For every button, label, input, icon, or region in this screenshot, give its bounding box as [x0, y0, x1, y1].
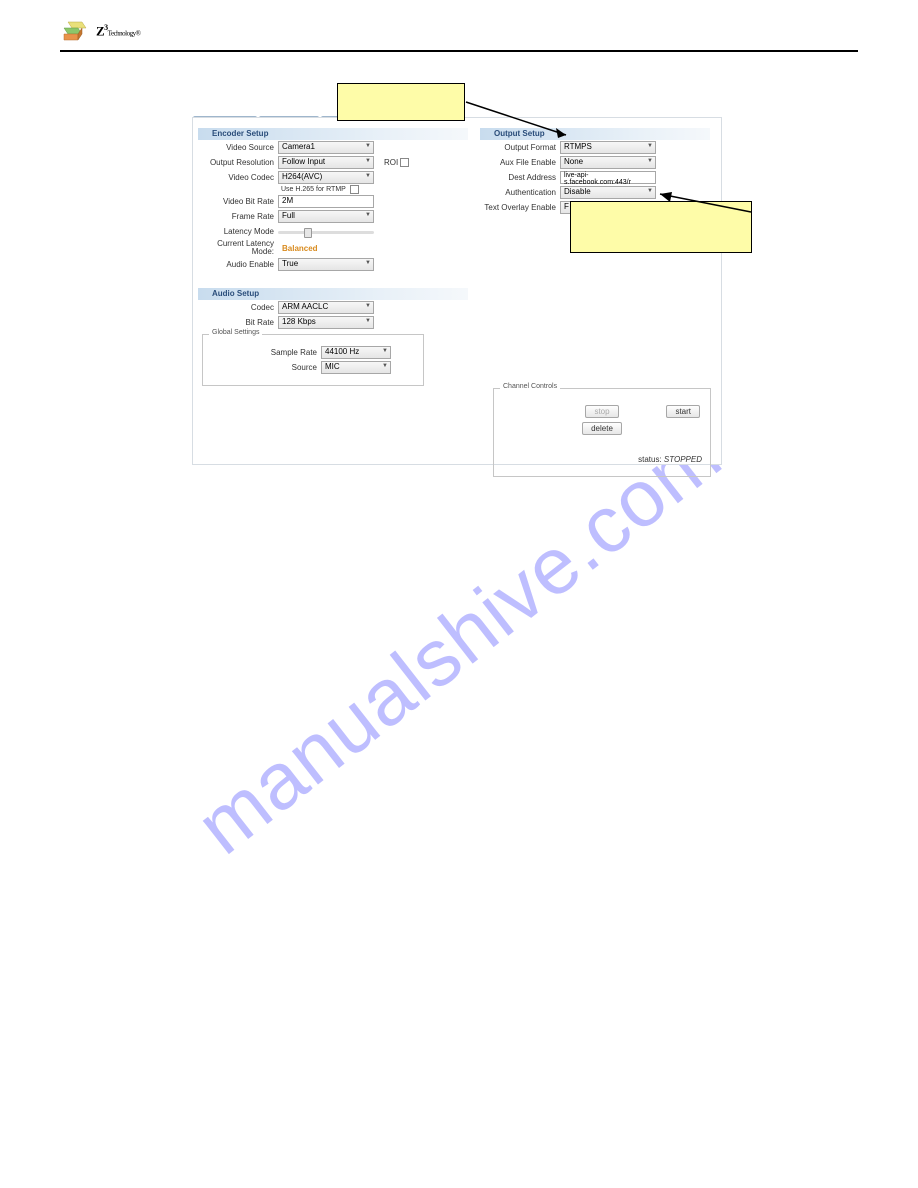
video-codec-label: Video Codec: [198, 173, 278, 182]
output-format-label: Output Format: [480, 143, 560, 152]
sample-rate-label: Sample Rate: [211, 348, 321, 357]
audio-enable-label: Audio Enable: [198, 260, 278, 269]
audio-source-select[interactable]: MIC: [321, 361, 391, 374]
roi-label: ROI: [384, 158, 398, 167]
audio-bitrate-select[interactable]: 128 Kbps: [278, 316, 374, 329]
output-format-select[interactable]: RTMPS: [560, 141, 656, 154]
encoder-section-head: Encoder Setup: [198, 128, 468, 140]
logo-cube-icon: [60, 18, 90, 44]
h265-checkbox[interactable]: [350, 185, 359, 194]
video-bitrate-label: Video Bit Rate: [198, 197, 278, 206]
header-divider: [60, 50, 858, 52]
h265-note: Use H.265 for RTMP: [281, 186, 346, 193]
brand-name: Z3Technology®: [96, 23, 140, 39]
aux-file-select[interactable]: None: [560, 156, 656, 169]
output-res-label: Output Resolution: [198, 158, 278, 167]
stop-button[interactable]: stop: [585, 405, 618, 418]
channel-legend: Channel Controls: [500, 383, 560, 390]
start-button[interactable]: start: [666, 405, 700, 418]
global-settings-legend: Global Settings: [209, 329, 262, 336]
video-source-label: Video Source: [198, 143, 278, 152]
auth-select[interactable]: Disable: [560, 186, 656, 199]
audio-section-head: Audio Setup: [198, 288, 468, 300]
output-section-head: Output Setup: [480, 128, 710, 140]
callout-top: [337, 83, 465, 121]
header-logo: Z3Technology®: [0, 0, 918, 48]
current-latency-label: Current LatencyMode:: [198, 240, 278, 256]
video-source-select[interactable]: Camera1: [278, 141, 374, 154]
audio-source-label: Source: [211, 363, 321, 372]
aux-file-label: Aux File Enable: [480, 158, 560, 167]
callout-right: [570, 201, 752, 253]
audio-codec-label: Codec: [198, 303, 278, 312]
output-res-select[interactable]: Follow Input: [278, 156, 374, 169]
channel-controls: Channel Controls stop delete start statu…: [493, 388, 711, 477]
status-label: status:: [638, 455, 662, 464]
latency-slider[interactable]: [278, 228, 374, 236]
latency-label: Latency Mode: [198, 227, 278, 236]
status-value: STOPPED: [664, 455, 702, 464]
audio-enable-select[interactable]: True: [278, 258, 374, 271]
sample-rate-select[interactable]: 44100 Hz: [321, 346, 391, 359]
config-panel: Encoder Setup Video Source Camera1 Outpu…: [192, 117, 722, 465]
roi-checkbox[interactable]: [400, 158, 409, 167]
auth-label: Authentication: [480, 188, 560, 197]
overlay-label: Text Overlay Enable: [480, 203, 560, 212]
video-bitrate-input[interactable]: 2M: [278, 195, 374, 208]
framerate-select[interactable]: Full: [278, 210, 374, 223]
dest-address-input[interactable]: live-api-s.facebook.com:443/r: [560, 171, 656, 184]
dest-address-label: Dest Address: [480, 173, 560, 182]
audio-bitrate-label: Bit Rate: [198, 318, 278, 327]
watermark: manualshive.com: [180, 408, 739, 873]
delete-button[interactable]: delete: [582, 422, 622, 435]
current-latency-value: Balanced: [282, 244, 318, 253]
audio-codec-select[interactable]: ARM AACLC: [278, 301, 374, 314]
framerate-label: Frame Rate: [198, 212, 278, 221]
global-settings-fieldset: Global Settings Sample Rate 44100 Hz Sou…: [202, 334, 424, 386]
video-codec-select[interactable]: H264(AVC): [278, 171, 374, 184]
